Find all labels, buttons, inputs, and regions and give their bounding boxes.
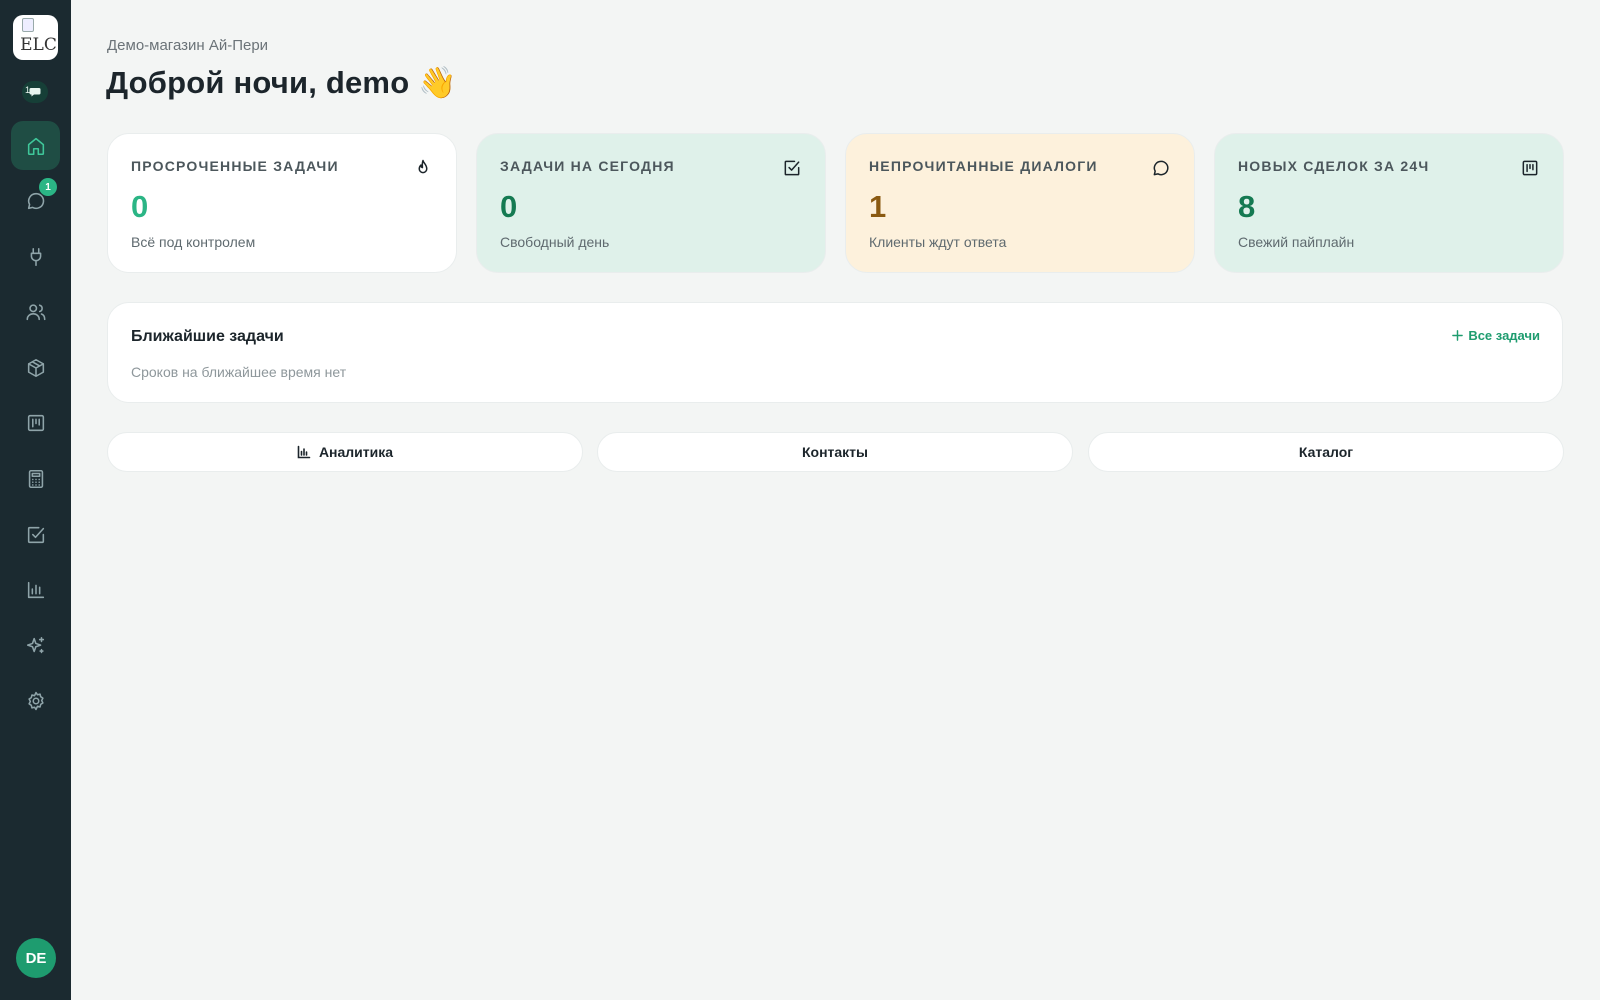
sidebar-item-home[interactable] xyxy=(11,121,60,170)
flame-icon xyxy=(413,158,433,178)
stat-card-value: 1 xyxy=(869,189,887,224)
sidebar: ELC 1 1 DE xyxy=(0,0,71,1000)
upcoming-tasks-empty: Сроков на ближайшее время нет xyxy=(131,364,347,380)
stat-card-value: 0 xyxy=(500,189,518,224)
contacts-button-label: Контакты xyxy=(801,444,868,460)
sidebar-item-kanban[interactable] xyxy=(11,398,60,447)
store-name: Демо-магазин Ай-Пери xyxy=(107,37,269,54)
checkbox-icon xyxy=(782,158,802,178)
bar-chart-icon xyxy=(297,445,311,459)
stat-card-new-deals[interactable]: НОВЫХ СДЕЛОК ЗА 24Ч 8 Свежий пайплайн xyxy=(1214,133,1564,273)
upcoming-tasks-panel: Ближайшие задачи Все задачи Сроков на бл… xyxy=(107,302,1563,403)
sidebar-item-contacts[interactable] xyxy=(11,287,60,336)
sidebar-item-products[interactable] xyxy=(11,343,60,392)
stat-card-overdue-tasks[interactable]: ПРОСРОЧЕННЫЕ ЗАДАЧИ 0 Всё под контролем xyxy=(107,133,457,273)
all-tasks-link[interactable]: Все задачи xyxy=(1452,328,1540,343)
upcoming-tasks-title: Ближайшие задачи xyxy=(131,328,284,345)
stat-card-subtitle: Клиенты ждут ответа xyxy=(869,234,1007,250)
kanban-icon xyxy=(1520,158,1540,178)
page-title: Доброй ночи, demo 👋 xyxy=(106,65,457,100)
stat-card-label: ЗАДАЧИ НА СЕГОДНЯ xyxy=(500,158,675,174)
analytics-button-label: Аналитика xyxy=(318,444,394,460)
plug-icon xyxy=(30,247,41,266)
sidebar-item-analytics[interactable] xyxy=(11,565,60,614)
calculator-icon xyxy=(28,469,43,488)
stat-card-value: 8 xyxy=(1238,189,1256,224)
sidebar-item-tasks[interactable] xyxy=(11,510,60,559)
user-avatar[interactable]: DE xyxy=(16,938,56,978)
gear-icon xyxy=(27,691,44,710)
logo-alt-text: ELC xyxy=(20,34,57,55)
chat-bubble-icon xyxy=(1151,158,1171,178)
checkbox-icon xyxy=(27,526,44,543)
stat-card-label: НЕПРОЧИТАННЫЕ ДИАЛОГИ xyxy=(869,158,1098,174)
catalog-button-label: Каталог xyxy=(1298,444,1354,460)
bar-chart-icon xyxy=(27,581,44,598)
sidebar-item-settings[interactable] xyxy=(11,676,60,725)
stat-card-value: 0 xyxy=(131,189,149,224)
chat-bubble-icon xyxy=(29,88,41,97)
chat-widget-button[interactable]: 1 xyxy=(22,81,48,103)
chats-badge: 1 xyxy=(39,178,57,196)
sidebar-item-ai[interactable] xyxy=(11,621,60,670)
sidebar-item-calculator[interactable] xyxy=(11,454,60,503)
home-icon xyxy=(27,137,44,155)
contacts-button[interactable]: Контакты xyxy=(597,432,1073,472)
users-icon xyxy=(26,303,45,320)
chat-widget-count: 1 xyxy=(25,85,31,95)
plus-icon xyxy=(1452,330,1464,341)
broken-image-icon xyxy=(22,18,34,32)
kanban-icon xyxy=(27,414,44,431)
stat-card-label: ПРОСРОЧЕННЫЕ ЗАДАЧИ xyxy=(131,158,339,174)
sidebar-item-chats[interactable]: 1 xyxy=(11,176,60,225)
catalog-button[interactable]: Каталог xyxy=(1088,432,1564,472)
sparkles-icon xyxy=(26,636,44,653)
all-tasks-label: Все задачи xyxy=(1468,328,1540,343)
analytics-button[interactable]: Аналитика xyxy=(107,432,583,472)
stat-card-today-tasks[interactable]: ЗАДАЧИ НА СЕГОДНЯ 0 Свободный день xyxy=(476,133,826,273)
stat-card-subtitle: Свободный день xyxy=(500,234,610,250)
app-logo[interactable]: ELC xyxy=(13,15,58,60)
sidebar-item-integrations[interactable] xyxy=(11,232,60,281)
stat-card-unread-dialogs[interactable]: НЕПРОЧИТАННЫЕ ДИАЛОГИ 1 Клиенты ждут отв… xyxy=(845,133,1195,273)
box-icon xyxy=(27,358,44,377)
stat-card-subtitle: Всё под контролем xyxy=(131,234,256,250)
stat-card-subtitle: Свежий пайплайн xyxy=(1238,234,1355,250)
stat-card-label: НОВЫХ СДЕЛОК ЗА 24Ч xyxy=(1238,158,1430,174)
